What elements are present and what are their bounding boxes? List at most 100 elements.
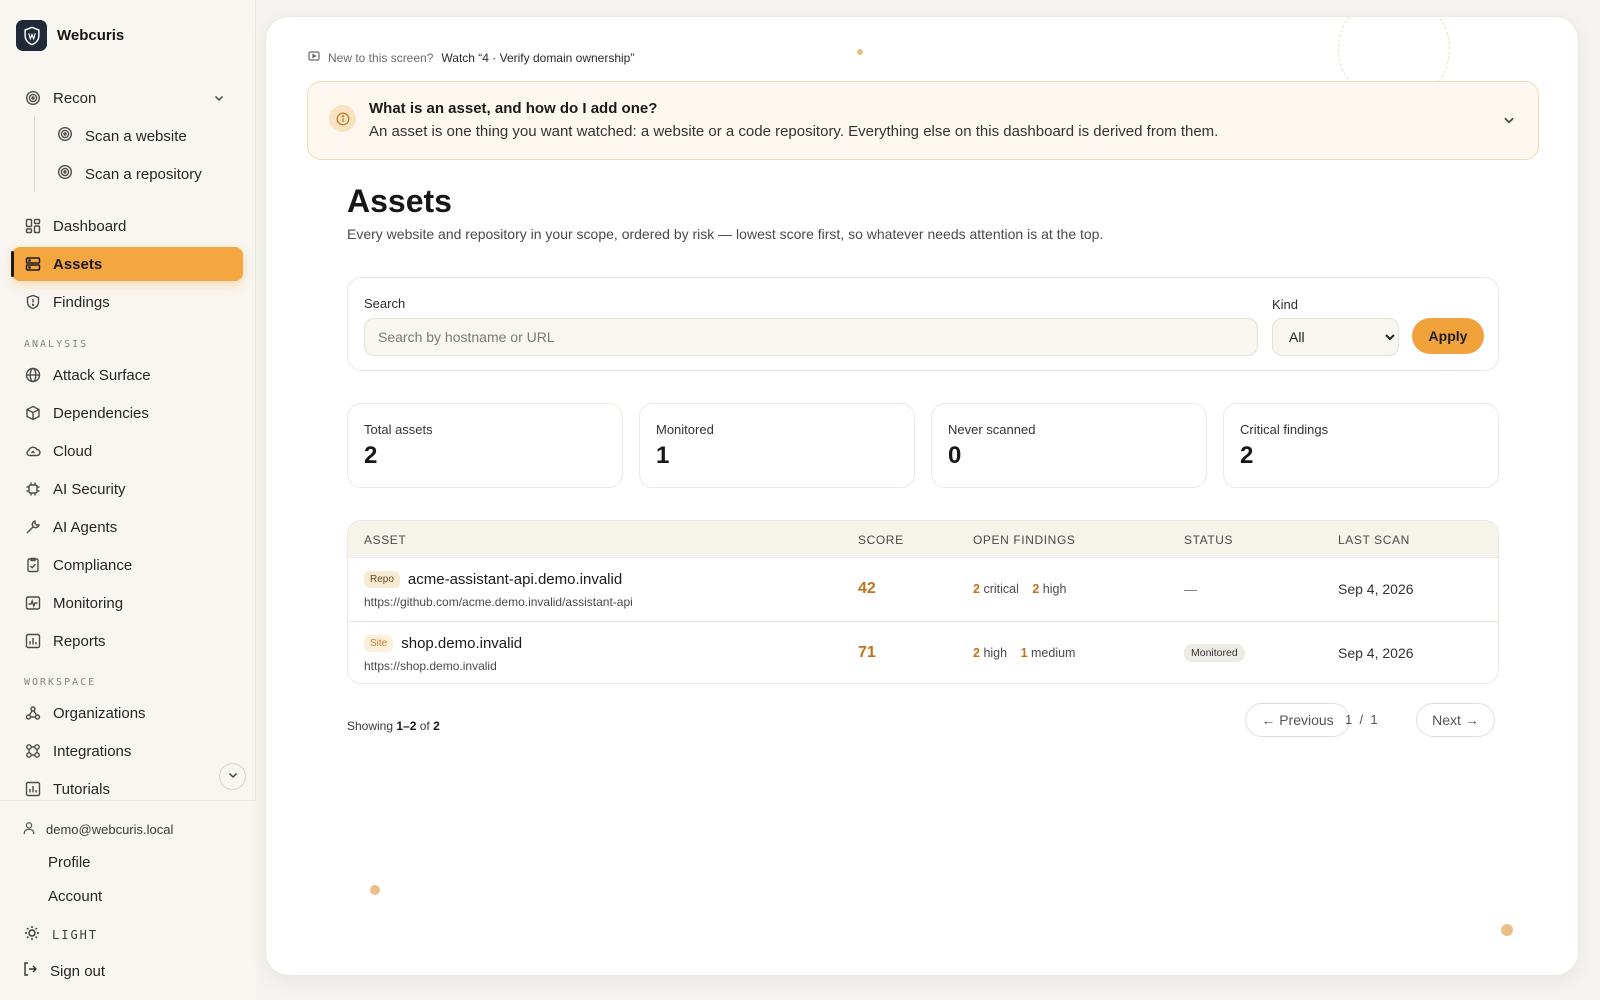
next-page-button[interactable]: Next → (1416, 703, 1495, 737)
target-icon (57, 164, 73, 184)
asset-name-cell[interactable]: Site shop.demo.invalid (364, 635, 522, 652)
sidebar-item-label: Cloud (53, 442, 93, 460)
section-label-workspace: WORKSPACE (24, 677, 97, 688)
logout-icon (22, 961, 38, 981)
dashboard-icon (25, 218, 41, 234)
main-content: New to this screen? Watch “4 · Verify do… (265, 16, 1579, 976)
sidebar-item-compliance[interactable]: Compliance (12, 548, 243, 582)
table-row[interactable]: Site shop.demo.invalid https://shop.demo.… (348, 621, 1498, 683)
sidebar-item-monitoring[interactable]: Monitoring (12, 586, 243, 620)
info-body: An asset is one thing you want watched: … (369, 123, 1219, 140)
sidebar-item-label: AI Agents (53, 518, 118, 536)
asset-url: https://github.com/acme.demo.invalid/ass… (364, 595, 633, 609)
sign-out-label: Sign out (50, 962, 106, 980)
sidebar-item-dashboard[interactable]: Dashboard (12, 209, 243, 243)
sidebar-item-integrations[interactable]: Integrations (12, 734, 243, 768)
asset-url: https://shop.demo.invalid (364, 659, 497, 673)
finding-count: 2 (973, 646, 980, 660)
user-email: demo@webcuris.local (46, 822, 174, 837)
decorative-dot (1501, 924, 1513, 936)
sidebar-item-recon[interactable]: Recon (12, 81, 243, 115)
sidebar-item-dependencies[interactable]: Dependencies (12, 396, 243, 430)
sidebar-item-label: Dashboard (53, 217, 127, 235)
chevron-down-icon (227, 768, 239, 786)
scroll-down-button[interactable] (219, 763, 246, 790)
stat-value: 1 (656, 442, 670, 469)
column-header-score[interactable]: SCORE (858, 533, 904, 547)
profile-link[interactable]: Profile (48, 854, 91, 871)
sidebar-item-label: Dependencies (53, 404, 149, 422)
kind-select[interactable]: All (1272, 318, 1399, 356)
sidebar-item-scan-repository[interactable]: Scan a repository (48, 157, 202, 191)
asset-name-cell[interactable]: Repo acme-assistant-api.demo.invalid (364, 571, 622, 588)
last-scan-date: Sep 4, 2026 (1338, 581, 1414, 597)
bar-chart-icon (25, 781, 41, 797)
total-pages: 1 (1370, 712, 1378, 727)
apply-button[interactable]: Apply (1412, 318, 1484, 354)
column-header-last-scan[interactable]: LAST SCAN (1338, 533, 1410, 547)
sidebar: Webcuris Recon Scan a website Scan a rep… (0, 0, 256, 1000)
finding-severity: medium (1031, 646, 1076, 660)
column-header-status[interactable]: STATUS (1184, 533, 1233, 547)
finding-severity: high (983, 646, 1008, 660)
open-findings: 2 high 1 medium (973, 646, 1085, 660)
info-callout[interactable]: What is an asset, and how do I add one? … (307, 81, 1539, 160)
stat-value: 2 (1240, 442, 1254, 469)
sidebar-item-cloud[interactable]: Cloud (12, 434, 243, 468)
sidebar-item-findings[interactable]: Findings (12, 285, 243, 319)
stat-label: Total assets (364, 422, 433, 437)
sidebar-item-organizations[interactable]: Organizations (12, 696, 243, 730)
cloud-icon (25, 443, 41, 459)
chevron-down-icon[interactable] (213, 91, 225, 108)
user-icon (22, 821, 36, 838)
package-icon (25, 405, 41, 421)
stat-card-never-scanned: Never scanned 0 (931, 403, 1207, 488)
shield-icon (25, 294, 41, 310)
asset-name[interactable]: acme-assistant-api.demo.invalid (408, 571, 622, 588)
table-row[interactable]: Repo acme-assistant-api.demo.invalid http… (348, 557, 1498, 621)
sidebar-item-label: Monitoring (53, 594, 124, 612)
chevron-down-icon[interactable] (1502, 113, 1516, 132)
column-header-open-findings[interactable]: OPEN FINDINGS (973, 533, 1075, 547)
column-header-asset[interactable]: ASSET (364, 533, 406, 547)
sign-out-button[interactable]: Sign out (22, 961, 105, 981)
search-input[interactable] (364, 318, 1258, 356)
finding-count: 2 (973, 582, 980, 596)
target-icon (57, 126, 73, 146)
theme-toggle[interactable]: LIGHT (24, 925, 98, 944)
sidebar-item-assets[interactable]: Assets (11, 247, 243, 281)
previous-page-button[interactable]: ← Previous (1245, 703, 1350, 737)
decorative-dot (857, 49, 863, 55)
tutorial-hint: New to this screen? Watch “4 · Verify do… (308, 50, 634, 65)
sidebar-item-ai-agents[interactable]: AI Agents (12, 510, 243, 544)
status-badge: Monitored (1184, 644, 1245, 662)
user-info: demo@webcuris.local (22, 821, 173, 838)
search-label: Search (364, 296, 406, 311)
sun-icon (24, 925, 40, 944)
brand[interactable]: Webcuris (16, 20, 124, 51)
sidebar-item-scan-website[interactable]: Scan a website (48, 119, 187, 153)
finding-count: 2 (1032, 582, 1040, 596)
stat-card-critical-findings: Critical findings 2 (1223, 403, 1499, 488)
video-icon (308, 50, 320, 65)
sidebar-item-ai-security[interactable]: AI Security (12, 472, 243, 506)
asset-name[interactable]: shop.demo.invalid (401, 635, 522, 652)
bar-chart-icon (25, 633, 41, 649)
account-link[interactable]: Account (48, 888, 102, 905)
sidebar-item-reports[interactable]: Reports (12, 624, 243, 658)
finding-count: 1 (1020, 646, 1028, 660)
open-findings: 2 critical 2 high (973, 582, 1076, 596)
page-separator: / (1359, 712, 1364, 727)
assets-table: ASSET SCORE OPEN FINDINGS STATUS LAST SC… (347, 520, 1499, 684)
sidebar-footer: demo@webcuris.local Profile Account LIGH… (0, 800, 256, 1000)
server-icon (25, 256, 41, 272)
tutorial-link[interactable]: Watch “4 · Verify domain ownership” (441, 51, 634, 65)
sidebar-item-label: Scan a repository (85, 165, 202, 183)
sidebar-item-label: Tutorials (53, 780, 110, 798)
page-subtitle: Every website and repository in your sco… (347, 226, 1104, 242)
stat-value: 0 (948, 442, 962, 469)
info-title: What is an asset, and how do I add one? (369, 100, 658, 117)
sidebar-item-attack-surface[interactable]: Attack Surface (12, 358, 243, 392)
checklist-icon (25, 557, 41, 573)
stat-label: Monitored (656, 422, 714, 437)
